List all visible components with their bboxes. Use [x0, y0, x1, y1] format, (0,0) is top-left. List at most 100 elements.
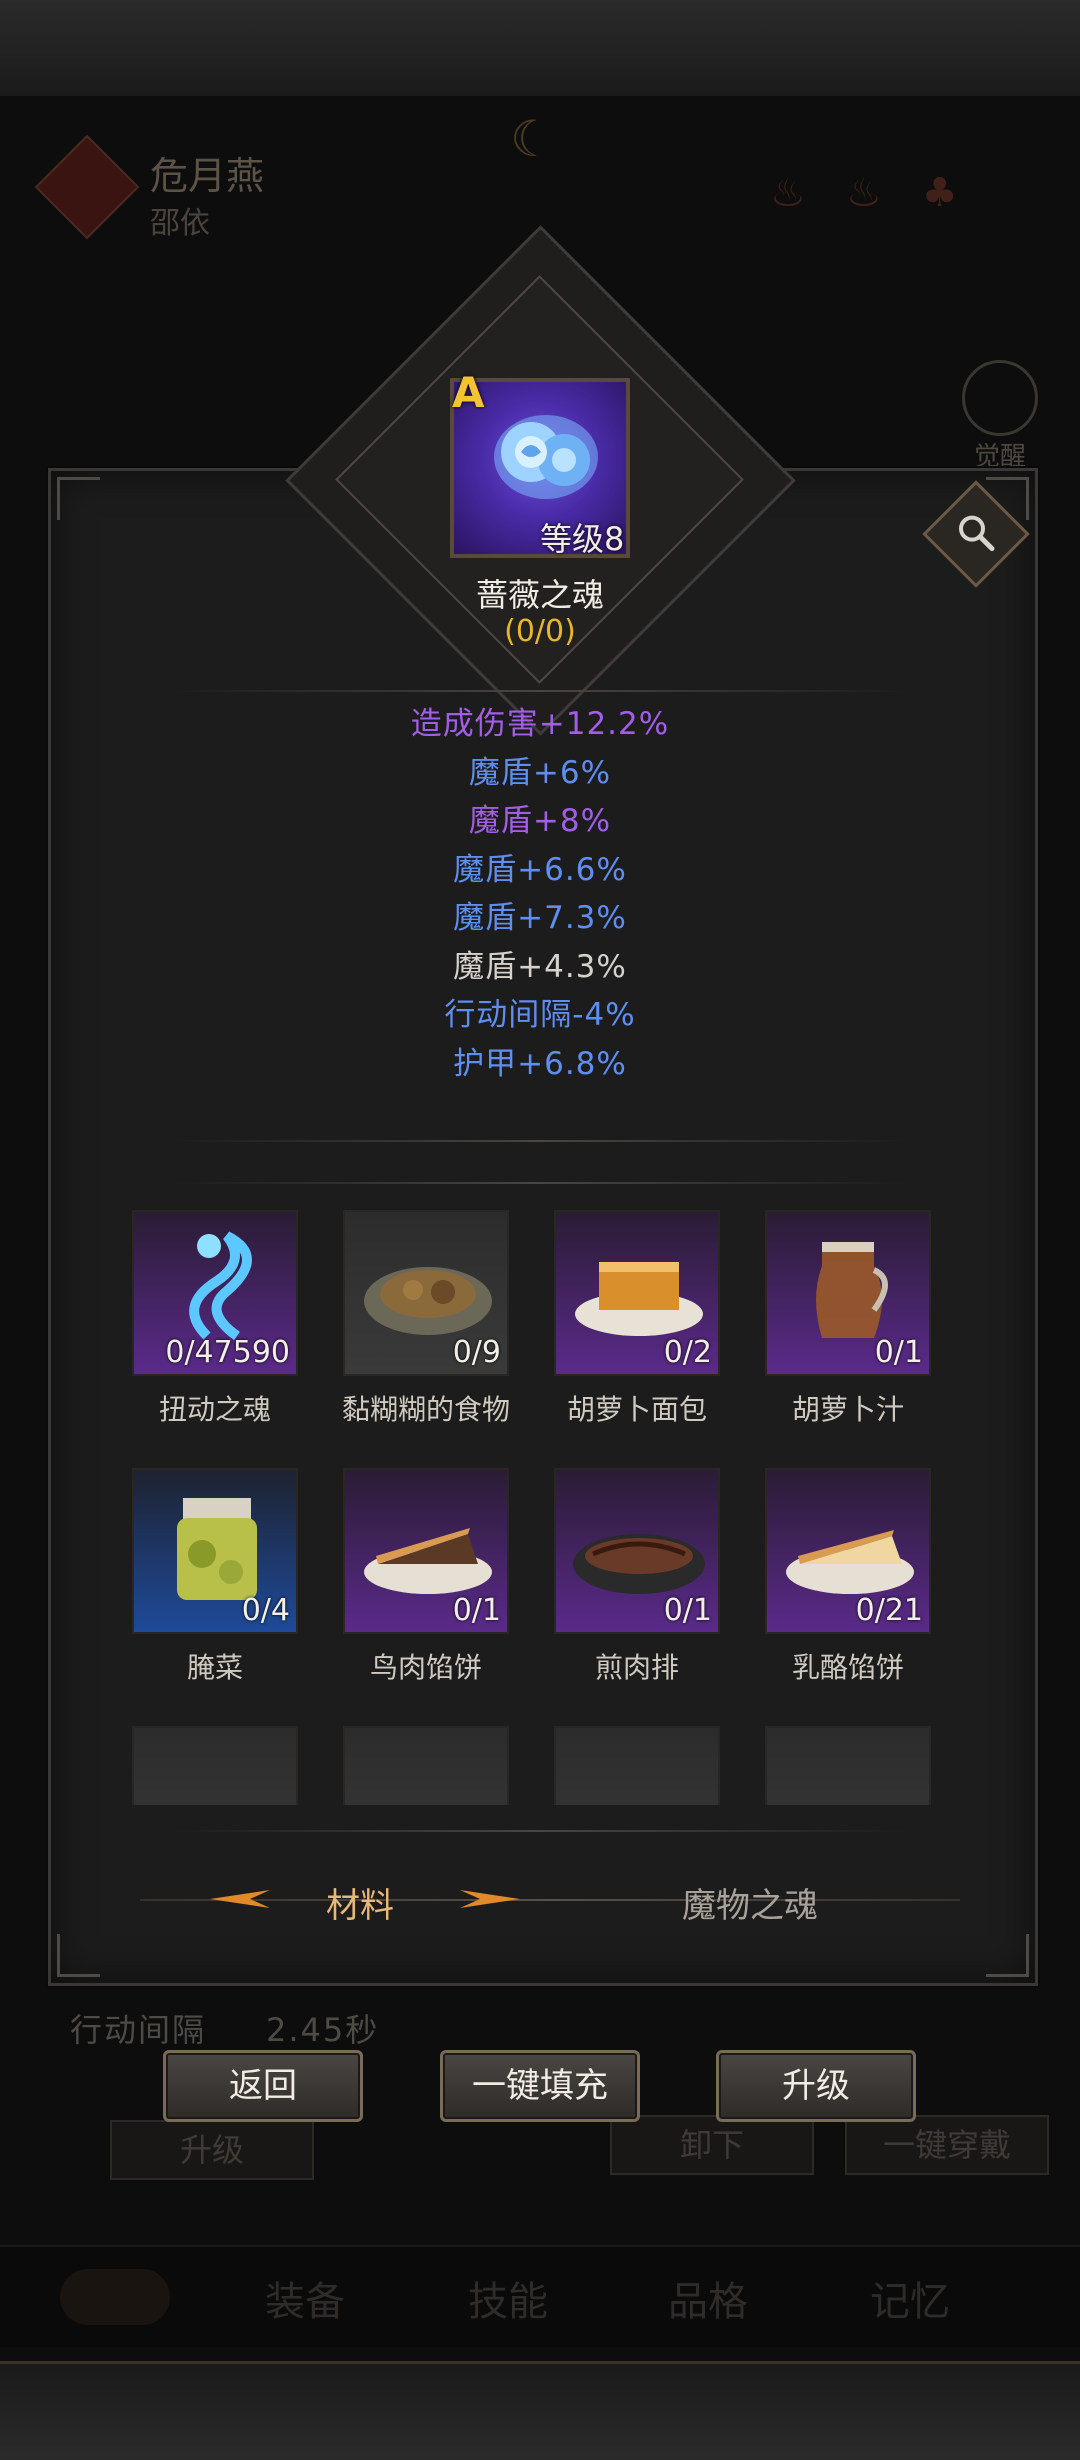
corner-ornament — [57, 1934, 100, 1977]
sun-icon — [962, 360, 1038, 436]
material-count: 0/1 — [874, 1335, 923, 1370]
material-item[interactable] — [331, 1726, 521, 1805]
material-tabs: 材料 魔物之魂 — [140, 1870, 960, 1930]
material-slot[interactable]: 0/1 — [343, 1468, 509, 1634]
material-slot[interactable] — [554, 1726, 720, 1805]
material-name: 黏糊糊的食物 — [341, 1393, 510, 1426]
material-count: 0/9 — [452, 1335, 501, 1370]
upgrade-button[interactable]: 升级 — [716, 2050, 916, 2122]
item-count: (0/0) — [504, 614, 576, 649]
juice-jug-icon — [816, 1242, 888, 1338]
stew-icon — [358, 1742, 498, 1805]
wing-left-icon — [210, 1890, 270, 1908]
bg-unequip-button: 卸下 — [610, 2115, 814, 2175]
material-count: 0/1 — [452, 1593, 501, 1628]
awaken-button[interactable]: 觉醒 — [955, 360, 1045, 472]
meat-pie-icon — [364, 1528, 492, 1594]
corner-ornament — [57, 477, 100, 520]
material-slot[interactable] — [343, 1726, 509, 1805]
tab-memory: 记忆 — [870, 2279, 950, 2325]
material-name: 扭动之魂 — [158, 1393, 271, 1426]
wing-right-icon — [460, 1890, 520, 1908]
material-slot[interactable]: 0/1 — [765, 1210, 931, 1376]
moon-icon: ☾ — [510, 110, 555, 168]
pickle-jar-icon — [177, 1498, 257, 1600]
stat-line: 魔盾+6.6% — [453, 851, 627, 888]
wisp-icon — [189, 1231, 252, 1341]
material-slot[interactable]: 0/21 — [765, 1468, 931, 1634]
stat-line: 行动间隔-4% — [444, 997, 636, 1033]
bottom-frame — [0, 2361, 1080, 2460]
divider — [170, 1830, 910, 1832]
material-name: 胡萝卜汁 — [791, 1393, 904, 1426]
stat-line: 魔盾+8% — [468, 803, 612, 839]
divider — [170, 690, 910, 692]
tab-skills: 技能 — [468, 2279, 548, 2325]
material-item[interactable] — [753, 1726, 943, 1805]
material-count: 0/4 — [241, 1593, 290, 1628]
material-item[interactable]: 0/1 煎肉排 — [542, 1468, 732, 1686]
blue-rose-icon — [494, 415, 598, 499]
interval-value: 2.45秒 — [266, 2011, 380, 2049]
material-slot[interactable]: 0/1 — [554, 1468, 720, 1634]
auto-fill-button[interactable]: 一键填充 — [440, 2050, 640, 2122]
material-count: 0/21 — [855, 1593, 923, 1628]
bg-auto-equip-button: 一键穿戴 — [845, 2115, 1049, 2175]
character-subname: 邵依 — [150, 206, 210, 241]
interval-label: 行动间隔 — [70, 2011, 207, 2049]
material-slot[interactable] — [132, 1726, 298, 1805]
pie-icon — [147, 1742, 287, 1805]
tab-equipment: 装备 — [265, 2279, 345, 2325]
material-item[interactable]: 0/21 乳酪馅饼 — [753, 1468, 943, 1686]
bg-upgrade-button: 升级 — [110, 2120, 314, 2180]
material-slot[interactable]: 0/9 — [343, 1210, 509, 1376]
material-item[interactable]: 0/2 胡萝卜面包 — [542, 1210, 732, 1428]
mush-plate-icon — [364, 1267, 492, 1335]
character-name: 危月燕 — [150, 154, 265, 198]
meat-icon — [780, 1742, 920, 1805]
corner-ornament — [986, 1934, 1029, 1977]
cheese-pie-icon — [786, 1530, 914, 1594]
material-name: 腌菜 — [186, 1651, 243, 1684]
stats-list: 造成伤害+12.2% 魔盾+6% 魔盾+8% 魔盾+6.6% 魔盾+7.3% 魔… — [200, 700, 880, 1088]
dish-icon — [569, 1742, 709, 1805]
material-name: 鸟肉馅饼 — [369, 1651, 482, 1684]
material-item[interactable]: 0/9 黏糊糊的食物 — [331, 1210, 521, 1428]
divider — [170, 1182, 910, 1184]
tab-materials[interactable]: 材料 — [290, 1878, 430, 1927]
material-item[interactable] — [542, 1726, 732, 1805]
steak-icon — [573, 1534, 705, 1594]
materials-grid: 0/47590 扭动之魂 0/9 黏糊糊的食物 0/2 胡萝卜面包 0/1 胡萝卜汁 0/4 腌菜… — [120, 1210, 980, 1805]
bread-icon — [575, 1262, 703, 1336]
top-frame — [0, 0, 1080, 99]
divider — [170, 1140, 910, 1142]
item-name: 蔷薇之魂 — [475, 576, 604, 614]
material-count: 0/1 — [663, 1593, 712, 1628]
material-item[interactable] — [120, 1726, 310, 1805]
bottom-tab-bar: 装备 技能 品格 记忆 — [0, 2245, 1080, 2347]
stat-line: 魔盾+4.3% — [453, 948, 627, 985]
material-slot[interactable]: 0/2 — [554, 1210, 720, 1376]
material-count: 0/2 — [663, 1335, 712, 1370]
material-item[interactable]: 0/1 胡萝卜汁 — [753, 1210, 943, 1428]
material-item[interactable]: 0/47590 扭动之魂 — [120, 1210, 310, 1428]
material-item[interactable]: 0/1 鸟肉馅饼 — [331, 1468, 521, 1686]
interval-stat: 行动间隔 2.45秒 — [70, 2005, 379, 2051]
stat-line: 护甲+6.8% — [453, 1045, 627, 1082]
grade-badge: A — [452, 368, 485, 417]
material-name: 乳酪馅饼 — [791, 1651, 904, 1684]
home-diamond-icon — [60, 2269, 170, 2325]
material-name: 胡萝卜面包 — [566, 1393, 707, 1426]
material-name: 煎肉排 — [594, 1651, 679, 1684]
element-icons: ♨♨♣ — [770, 170, 998, 216]
tab-monster-souls[interactable]: 魔物之魂 — [630, 1878, 870, 1927]
stat-line: 魔盾+7.3% — [453, 900, 627, 936]
material-slot[interactable]: 0/4 — [132, 1468, 298, 1634]
material-slot[interactable]: 0/47590 — [132, 1210, 298, 1376]
material-slot[interactable] — [765, 1726, 931, 1805]
material-item[interactable]: 0/4 腌菜 — [120, 1468, 310, 1686]
item-level: 等级8 — [540, 520, 625, 558]
back-button[interactable]: 返回 — [163, 2050, 363, 2122]
tab-character: 品格 — [668, 2279, 748, 2325]
material-count: 0/47590 — [165, 1335, 290, 1370]
